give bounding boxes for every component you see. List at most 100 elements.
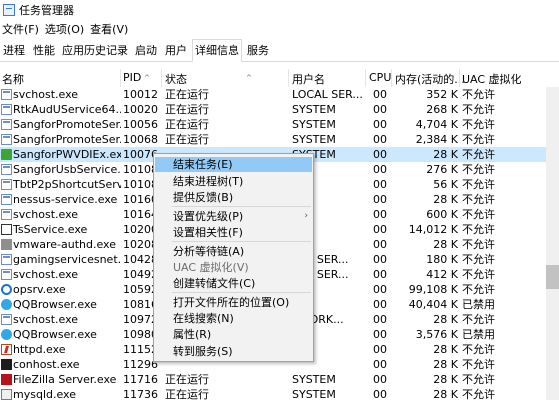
process-memory: 40,404 K <box>408 298 458 311</box>
context-menu-item[interactable]: 结束任务(E) <box>155 157 312 172</box>
context-menu-item[interactable]: 设置优先级(P) › <box>155 209 312 224</box>
menu-options[interactable]: 选项(O) <box>43 21 88 37</box>
qqbrowser-icon <box>1 299 12 310</box>
green-app-icon <box>1 149 12 160</box>
tab-app-history[interactable]: 应用历史记录 <box>60 41 130 62</box>
tab-processes[interactable]: 进程 <box>0 41 28 62</box>
window-icon <box>1 209 12 220</box>
process-status: 正在运行 <box>165 388 209 400</box>
window-icon <box>1 119 12 130</box>
window-icon <box>1 104 12 115</box>
vertical-scrollbar[interactable] <box>546 87 559 400</box>
context-menu-item[interactable]: 提供反馈(B) <box>155 190 312 205</box>
menu-file[interactable]: 文件(F) <box>0 21 43 37</box>
sort-chevron-icon: ^ <box>144 74 150 82</box>
process-cpu: 00 <box>373 193 387 206</box>
context-menu: 结束任务(E) 结束进程树(T) 提供反馈(B) 设置优先级(P) › 设置相关性(F) 分… <box>153 153 314 362</box>
tab-details[interactable]: 详细信息 <box>192 39 242 62</box>
context-menu-item[interactable]: 在线搜索(N) <box>155 311 312 326</box>
column-cpu[interactable]: CPU <box>369 71 391 84</box>
tab-startup[interactable]: 启动 <box>132 41 160 62</box>
process-uac: 不允许 <box>462 193 495 206</box>
process-name: FileZilla Server.exe <box>13 373 117 386</box>
process-cpu: 00 <box>373 133 387 146</box>
process-pid: 10056 <box>123 118 158 131</box>
console-icon <box>1 359 12 370</box>
table-row[interactable]: RtkAudUService64.... 10020 正在运行 SYSTEM 00 268… <box>0 102 546 117</box>
process-uac: 不允许 <box>462 148 495 161</box>
window-icon <box>1 134 12 145</box>
table-row[interactable]: mysqld.exe 11736 正在运行 SYSTEM 00 28 K 不允许 <box>0 387 546 400</box>
submenu-arrow-icon: › <box>304 211 308 221</box>
context-menu-item-label: 结束进程树(T) <box>173 175 244 188</box>
process-cpu: 00 <box>373 388 387 400</box>
context-menu-item-label: 设置优先级(P) <box>173 210 244 223</box>
tab-services[interactable]: 服务 <box>244 41 272 62</box>
process-cpu: 00 <box>373 268 387 281</box>
window-icon <box>1 254 12 265</box>
process-cpu: 00 <box>373 148 387 161</box>
process-uac: 不允许 <box>462 118 495 131</box>
process-name: svchost.exe <box>13 268 79 281</box>
context-menu-item[interactable]: 属性(R) <box>155 327 312 342</box>
window-icon <box>1 164 12 175</box>
table-row[interactable]: FileZilla Server.exe 11716 正在运行 SYSTEM 00 28 … <box>0 372 546 387</box>
process-uac: 不允许 <box>462 313 495 326</box>
context-menu-item[interactable]: 设置相关性(F) <box>155 225 312 240</box>
menu-bar: 文件(F) 选项(O) 查看(V) <box>0 20 132 38</box>
column-status[interactable]: 状态 <box>165 71 187 87</box>
column-divider[interactable] <box>120 69 121 87</box>
mysql-icon <box>1 389 12 400</box>
process-uac: 不允许 <box>462 208 495 221</box>
column-user[interactable]: 用户名 <box>292 71 325 87</box>
column-divider[interactable] <box>365 69 366 87</box>
process-memory: 4,704 K <box>415 118 458 131</box>
process-name: QQBrowser.exe <box>13 298 97 311</box>
column-name[interactable]: 名称 <box>2 71 24 87</box>
context-menu-item-label: UAC 虚拟化(V) <box>173 261 249 274</box>
process-cpu: 00 <box>373 88 387 101</box>
context-menu-item-label: 在线搜索(N) <box>173 312 234 325</box>
process-memory: 28 K <box>433 373 458 386</box>
context-menu-item[interactable]: 转到服务(S) <box>155 344 312 359</box>
tab-users[interactable]: 用户 <box>162 41 190 62</box>
column-divider[interactable] <box>288 69 289 87</box>
context-menu-item[interactable]: 结束进程树(T) <box>155 174 312 189</box>
scrollbar-thumb[interactable] <box>546 265 559 289</box>
tab-performance[interactable]: 性能 <box>30 41 58 62</box>
context-menu-item[interactable]: 分析等待链(A) <box>155 244 312 259</box>
process-name: TbtP2pShortcutServ... <box>13 178 121 191</box>
column-uac[interactable]: UAC 虚拟化 <box>462 71 522 87</box>
menu-divider <box>172 241 311 242</box>
process-cpu: 00 <box>373 343 387 356</box>
column-memory[interactable]: 内存(活动的... <box>395 71 465 87</box>
process-name: svchost.exe <box>13 208 79 221</box>
tab-strip: 进程 性能 应用历史记录 启动 用户 详细信息 服务 <box>0 38 559 62</box>
context-menu-item-label: 结束任务(E) <box>173 158 233 171</box>
context-menu-item[interactable]: 打开文件所在的位置(O) <box>155 295 312 310</box>
process-memory: 14,012 K <box>408 223 458 236</box>
column-pid[interactable]: PID <box>123 71 141 84</box>
title-bar: 任务管理器 <box>0 0 559 20</box>
process-uac: 不允许 <box>462 238 495 251</box>
process-uac: 不允许 <box>462 358 495 371</box>
context-menu-item-label: 分析等待链(A) <box>173 245 245 258</box>
table-row[interactable]: SangforPromoteSer... 10056 正在运行 SYSTEM 00 4,7… <box>0 117 546 132</box>
context-menu-item[interactable]: 创建转储文件(C) <box>155 276 312 291</box>
process-memory: 28 K <box>433 193 458 206</box>
process-uac: 不允许 <box>462 253 495 266</box>
process-memory: 28 K <box>433 313 458 326</box>
process-memory: 56 K <box>433 178 458 191</box>
column-divider[interactable] <box>459 69 460 87</box>
column-divider[interactable] <box>161 69 162 87</box>
process-pid: 10020 <box>123 103 158 116</box>
table-row[interactable]: SangforPromoteSer... 10068 正在运行 SYSTEM 00 2,3… <box>0 132 546 147</box>
process-uac: 不允许 <box>462 343 495 356</box>
process-name: RtkAudUService64.... <box>13 103 121 116</box>
context-menu-item-label: 打开文件所在的位置(O) <box>173 296 290 309</box>
table-row[interactable]: svchost.exe 10012 正在运行 LOCAL SER... 00 352 K 不… <box>0 87 546 102</box>
window-icon <box>1 89 12 100</box>
column-divider[interactable] <box>391 69 392 87</box>
process-name: SangforPromoteSer... <box>13 118 121 131</box>
menu-view[interactable]: 查看(V) <box>88 21 132 37</box>
